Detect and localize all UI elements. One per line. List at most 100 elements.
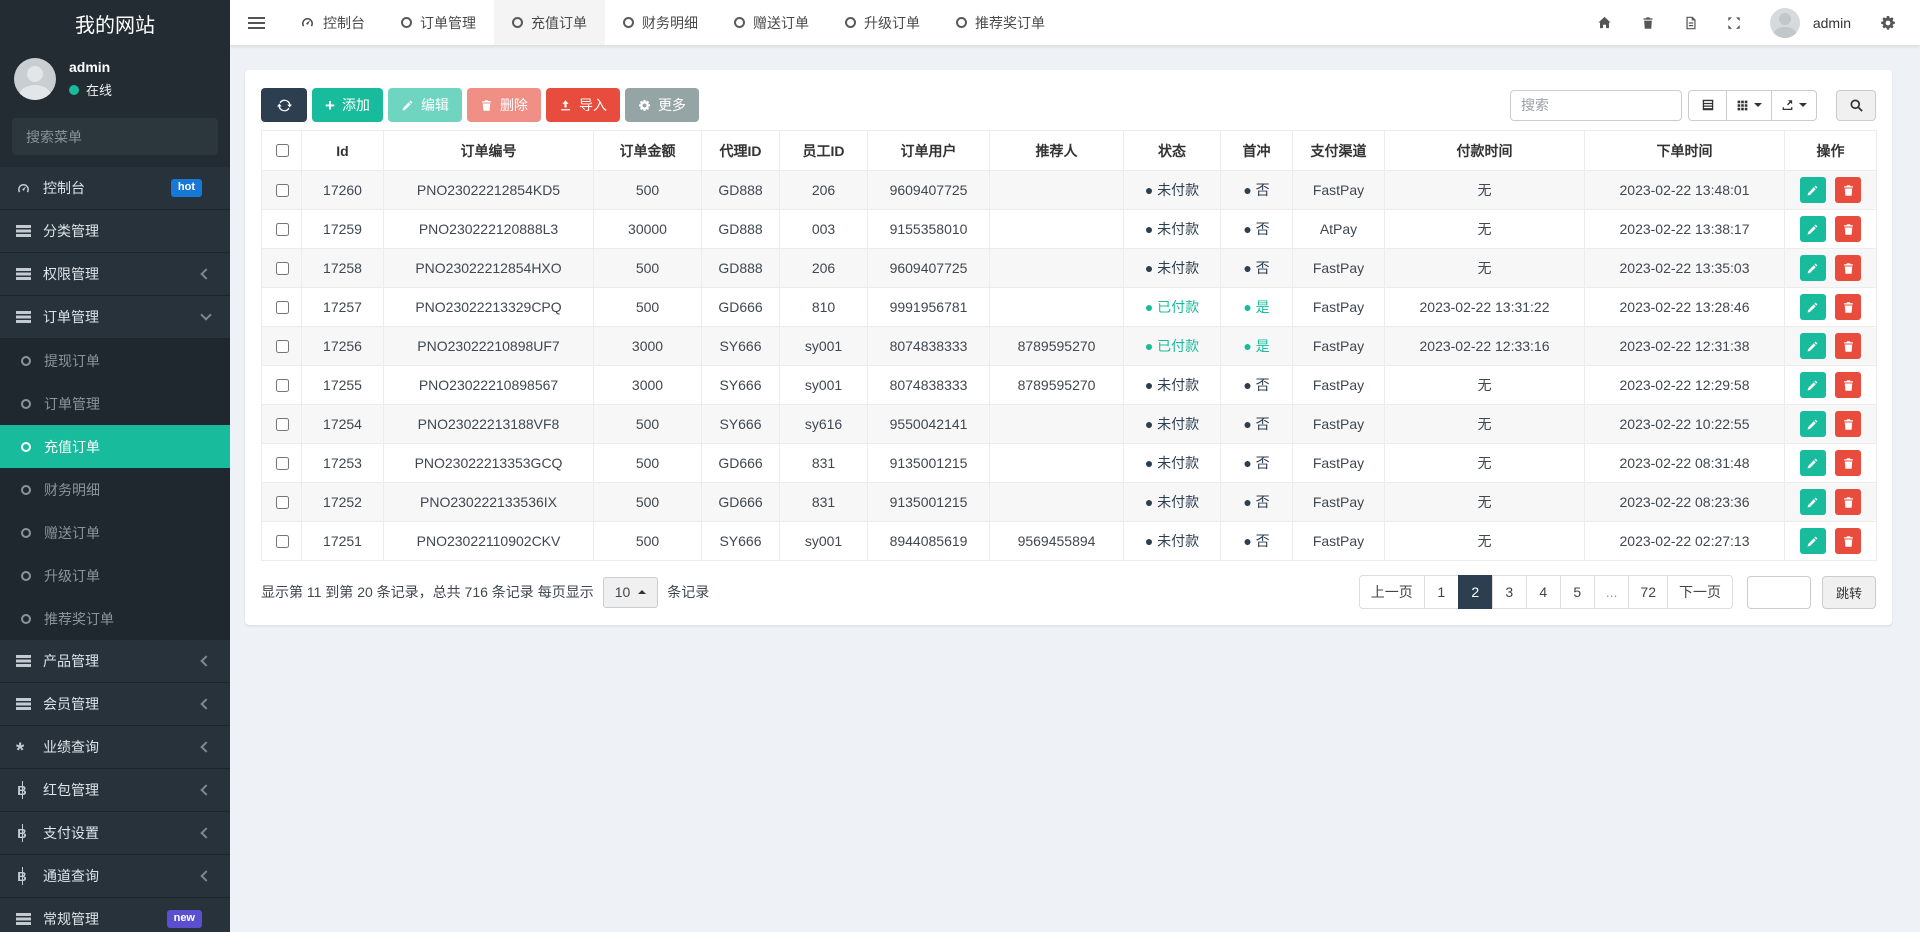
- row-checkbox[interactable]: [276, 262, 289, 275]
- row-edit-button[interactable]: [1800, 294, 1826, 320]
- sidebar-subitem-withdraw-orders[interactable]: 提现订单: [0, 339, 230, 382]
- row-checkbox[interactable]: [276, 457, 289, 470]
- cell-create-time: 2023-02-22 10:22:55: [1585, 405, 1785, 444]
- sidebar-item-general-management[interactable]: 常规管理 new: [0, 898, 230, 932]
- settings-gears-icon[interactable]: [1880, 15, 1896, 31]
- sidebar-subitem-gift-orders[interactable]: 赠送订单: [0, 511, 230, 554]
- row-edit-button[interactable]: [1800, 528, 1826, 554]
- select-all-checkbox[interactable]: [276, 144, 289, 157]
- sidebar-subitem-recharge-orders[interactable]: 充值订单: [0, 425, 230, 468]
- more-button[interactable]: 更多: [625, 88, 699, 122]
- jump-page-input[interactable]: [1747, 576, 1811, 609]
- sidebar-item-payment-settings[interactable]: B 支付设置: [0, 812, 230, 855]
- row-edit-button[interactable]: [1800, 411, 1826, 437]
- row-delete-button[interactable]: [1835, 216, 1861, 242]
- cell-create-time: 2023-02-22 13:35:03: [1585, 249, 1785, 288]
- caret-down-icon: [1799, 103, 1807, 107]
- next-page-button[interactable]: 下一页: [1667, 575, 1733, 609]
- nav-tab-finance-detail[interactable]: 财务明细: [605, 0, 716, 45]
- sidebar-subitem-referral-reward-orders[interactable]: 推荐奖订单: [0, 597, 230, 640]
- navbar-avatar[interactable]: [1770, 8, 1800, 38]
- columns-button[interactable]: [1726, 90, 1772, 121]
- navbar-username[interactable]: admin: [1813, 15, 1851, 31]
- row-edit-button[interactable]: [1800, 255, 1826, 281]
- row-delete-button[interactable]: [1835, 528, 1861, 554]
- toggle-view-button[interactable]: [1688, 90, 1727, 121]
- import-button[interactable]: 导入: [546, 88, 620, 122]
- row-edit-button[interactable]: [1800, 333, 1826, 359]
- home-icon[interactable]: [1597, 15, 1612, 30]
- menu-toggle-button[interactable]: [230, 0, 282, 45]
- pagination: 上一页12345...72下一页 跳转: [1359, 575, 1876, 609]
- page-size-dropdown[interactable]: 10: [603, 577, 659, 608]
- page-button-5[interactable]: 5: [1560, 575, 1595, 609]
- column-header-id: Id: [302, 131, 384, 171]
- nav-tab-gift-orders[interactable]: 赠送订单: [716, 0, 827, 45]
- row-edit-button[interactable]: [1800, 177, 1826, 203]
- nav-tab-console[interactable]: 控制台: [282, 0, 383, 45]
- chevron-left-icon: [200, 268, 211, 279]
- search-submit-button[interactable]: [1836, 90, 1876, 121]
- page-button-4[interactable]: 4: [1526, 575, 1561, 609]
- sidebar-item-member-management[interactable]: 会员管理: [0, 683, 230, 726]
- sidebar-item-label: 业绩查询: [43, 737, 202, 757]
- chevron-left-icon: [200, 784, 211, 795]
- nav-tab-recharge-orders[interactable]: 充值订单: [494, 0, 605, 45]
- refresh-button[interactable]: [261, 88, 307, 122]
- export-button[interactable]: [1771, 90, 1817, 121]
- prev-page-button[interactable]: 上一页: [1359, 575, 1425, 609]
- table-search-input[interactable]: [1510, 90, 1682, 121]
- sidebar-search-input[interactable]: [24, 128, 209, 146]
- row-delete-button[interactable]: [1835, 450, 1861, 476]
- row-edit-button[interactable]: [1800, 372, 1826, 398]
- sidebar-item-order-management[interactable]: 订单管理: [0, 296, 230, 339]
- sidebar-item-console[interactable]: 控制台 hot: [0, 167, 230, 210]
- document-icon[interactable]: [1684, 16, 1698, 30]
- row-edit-button[interactable]: [1800, 450, 1826, 476]
- page-button-2[interactable]: 2: [1458, 575, 1493, 609]
- row-delete-button[interactable]: [1835, 372, 1861, 398]
- row-checkbox[interactable]: [276, 379, 289, 392]
- page-button-1[interactable]: 1: [1424, 575, 1459, 609]
- user-avatar[interactable]: [14, 58, 56, 100]
- sidebar-subitem-finance-detail[interactable]: 财务明细: [0, 468, 230, 511]
- sidebar-item-product-management[interactable]: 产品管理: [0, 640, 230, 683]
- sidebar-item-category-management[interactable]: 分类管理: [0, 210, 230, 253]
- nav-tab-upgrade-orders[interactable]: 升级订单: [827, 0, 938, 45]
- row-edit-button[interactable]: [1800, 489, 1826, 515]
- row-checkbox[interactable]: [276, 418, 289, 431]
- row-checkbox[interactable]: [276, 223, 289, 236]
- sidebar-item-redpacket-management[interactable]: B 红包管理: [0, 769, 230, 812]
- row-delete-button[interactable]: [1835, 294, 1861, 320]
- row-checkbox[interactable]: [276, 340, 289, 353]
- add-button[interactable]: + 添加: [312, 88, 383, 122]
- sidebar-item-performance-query[interactable]: * 业绩查询: [0, 726, 230, 769]
- row-checkbox[interactable]: [276, 535, 289, 548]
- search-icon: [1849, 98, 1864, 113]
- fullscreen-icon[interactable]: [1727, 16, 1741, 30]
- page-button-...[interactable]: ...: [1594, 575, 1630, 609]
- cell-referrer: 9569455894: [990, 522, 1124, 561]
- row-checkbox[interactable]: [276, 301, 289, 314]
- nav-tab-order-management[interactable]: 订单管理: [383, 0, 494, 45]
- sidebar-subitem-order-management-sub[interactable]: 订单管理: [0, 382, 230, 425]
- trash-icon[interactable]: [1641, 16, 1655, 30]
- page-button-3[interactable]: 3: [1492, 575, 1527, 609]
- nav-tab-referral-reward-orders[interactable]: 推荐奖订单: [938, 0, 1063, 45]
- edit-button[interactable]: 编辑: [388, 88, 462, 122]
- row-checkbox[interactable]: [276, 496, 289, 509]
- circle-icon: [21, 528, 31, 538]
- sidebar-item-permission-management[interactable]: 权限管理: [0, 253, 230, 296]
- row-delete-button[interactable]: [1835, 333, 1861, 359]
- row-delete-button[interactable]: [1835, 489, 1861, 515]
- jump-button[interactable]: 跳转: [1822, 576, 1876, 609]
- sidebar-subitem-upgrade-orders[interactable]: 升级订单: [0, 554, 230, 597]
- delete-button[interactable]: 删除: [467, 88, 541, 122]
- page-button-72[interactable]: 72: [1628, 575, 1668, 609]
- sidebar-item-channel-query[interactable]: B 通道查询: [0, 855, 230, 898]
- row-checkbox[interactable]: [276, 184, 289, 197]
- row-delete-button[interactable]: [1835, 177, 1861, 203]
- row-edit-button[interactable]: [1800, 216, 1826, 242]
- row-delete-button[interactable]: [1835, 411, 1861, 437]
- row-delete-button[interactable]: [1835, 255, 1861, 281]
